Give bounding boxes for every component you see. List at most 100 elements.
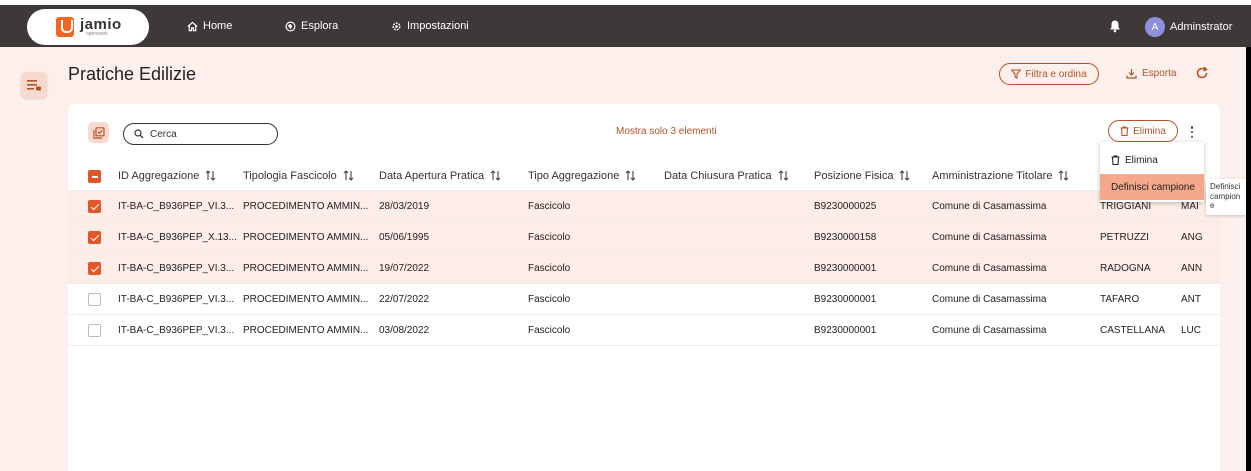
row-checkbox[interactable] — [88, 231, 101, 244]
row-checkbox[interactable] — [88, 262, 101, 275]
cell-col-9: ANN — [1181, 262, 1203, 274]
cell-posizione-fisica: B9230000001 — [814, 293, 877, 305]
actions-dropdown-menu: Elimina Definisci campione — [1100, 142, 1204, 202]
table-row[interactable]: IT-BA-C_B936PEP_VI.3... PROCEDIMENTO AMMI… — [68, 191, 1220, 222]
cell-col-9: ANG — [1181, 231, 1203, 243]
cell-data-apertura-pratica: 05/06/1995 — [379, 231, 430, 243]
filter-sort-button[interactable]: Filtra e ordina — [999, 63, 1099, 85]
column-header-data-apertura-pratica[interactable]: Data Apertura Pratica — [379, 161, 524, 190]
cell-amministrazione-titolare: Comune di Casamassima — [932, 293, 1047, 305]
column-header-posizione-fisica[interactable]: Posizione Fisica — [814, 161, 929, 190]
export-icon — [1126, 69, 1137, 79]
cell-id-aggregazione: IT-BA-C_B936PEP_VI.3... — [118, 262, 235, 274]
nav-item-home[interactable]: Home — [187, 20, 232, 32]
home-icon — [187, 21, 198, 31]
cell-amministrazione-titolare: Comune di Casamassima — [932, 200, 1047, 212]
nav-item-impostazioni[interactable]: Impostazioni — [391, 20, 469, 32]
cell-tipologia-fascicolo: PROCEDIMENTO AMMIN... — [243, 324, 369, 336]
cell-id-aggregazione: IT-BA-C_B936PEP_X.13... — [118, 231, 237, 243]
cell-data-chiusura-pratica — [664, 222, 810, 252]
cell-data-chiusura-pratica — [664, 253, 810, 283]
sidebar-toggle-button[interactable] — [21, 72, 47, 98]
menu-item-elimina[interactable]: Elimina — [1100, 147, 1204, 173]
column-header-tipo-aggregazione[interactable]: Tipo Aggregazione — [528, 161, 660, 190]
cell-tipo-aggregazione: Fascicolo — [528, 324, 571, 336]
column-header-tipologia-fascicolo[interactable]: Tipologia Fascicolo — [243, 161, 375, 190]
table-row[interactable]: IT-BA-C_B936PEP_X.13... PROCEDIMENTO AMMI… — [68, 222, 1220, 253]
cell-data-chiusura-pratica — [664, 284, 810, 314]
refresh-icon[interactable] — [1195, 66, 1209, 80]
table-row[interactable]: IT-BA-C_B936PEP_VI.3... PROCEDIMENTO AMMI… — [68, 315, 1220, 346]
cell-col-8: PETRUZZI — [1100, 231, 1149, 243]
more-options-icon[interactable] — [1187, 125, 1197, 139]
column-header-id-aggregazione[interactable]: ID Aggregazione — [118, 161, 238, 190]
table-row[interactable]: IT-BA-C_B936PEP_VI.3... PROCEDIMENTO AMMI… — [68, 253, 1220, 284]
cell-col-8: CASTELLANA — [1100, 324, 1166, 336]
search-input[interactable] — [150, 128, 260, 140]
delete-button[interactable]: Elimina — [1108, 120, 1178, 142]
avatar[interactable]: A — [1145, 17, 1165, 37]
cell-tipo-aggregazione: Fascicolo — [528, 200, 571, 212]
menu-item-definisci-campione[interactable]: Definisci campione — [1100, 174, 1204, 200]
row-checkbox[interactable] — [88, 200, 101, 213]
bell-icon[interactable] — [1109, 19, 1121, 33]
sort-icon[interactable] — [625, 170, 636, 181]
cell-posizione-fisica: B9230000025 — [814, 200, 877, 212]
trash-icon — [1111, 155, 1120, 165]
user-name[interactable]: Adminstrator — [1170, 21, 1232, 33]
menu-list-icon — [27, 80, 41, 91]
cell-id-aggregazione: IT-BA-C_B936PEP_VI.3... — [118, 293, 235, 305]
cell-data-apertura-pratica: 28/03/2019 — [379, 200, 430, 212]
cell-amministrazione-titolare: Comune di Casamassima — [932, 262, 1047, 274]
gear-icon — [392, 21, 401, 31]
cell-posizione-fisica: B9230000001 — [814, 262, 877, 274]
cell-data-apertura-pratica: 03/08/2022 — [379, 324, 430, 336]
logo-name: jamio — [80, 16, 122, 33]
cell-id-aggregazione: IT-BA-C_B936PEP_VI.3... — [118, 324, 235, 336]
sort-icon[interactable] — [490, 170, 501, 181]
column-header-data-chiusura-pratica[interactable]: Data Chiusura Pratica — [664, 161, 810, 190]
cell-tipologia-fascicolo: PROCEDIMENTO AMMIN... — [243, 231, 369, 243]
column-header-amministrazione-titolare[interactable]: Amministrazione Titolare — [932, 161, 1097, 190]
select-check-icon — [92, 126, 105, 139]
cell-data-chiusura-pratica — [664, 191, 810, 221]
sort-icon[interactable] — [343, 170, 354, 181]
page-title: Pratiche Edilizie — [68, 64, 197, 84]
sort-icon[interactable] — [1058, 170, 1069, 181]
sort-icon[interactable] — [778, 170, 789, 181]
sort-icon[interactable] — [205, 170, 216, 181]
cell-amministrazione-titolare: Comune di Casamassima — [932, 231, 1047, 243]
cell-tipo-aggregazione: Fascicolo — [528, 293, 571, 305]
cell-tipologia-fascicolo: PROCEDIMENTO AMMIN... — [243, 262, 369, 274]
cell-data-chiusura-pratica — [664, 315, 810, 345]
cell-posizione-fisica: B9230000001 — [814, 324, 877, 336]
sort-icon[interactable] — [899, 170, 910, 181]
logo[interactable]: jamio openwork — [27, 9, 149, 45]
search-icon — [134, 129, 144, 139]
top-navbar: jamio openwork Home Esplora Impostazioni… — [0, 0, 1251, 47]
export-button[interactable]: Esporta — [1126, 68, 1176, 79]
filter-icon — [1011, 69, 1022, 79]
cell-tipologia-fascicolo: PROCEDIMENTO AMMIN... — [243, 293, 369, 305]
cell-data-apertura-pratica: 22/07/2022 — [379, 293, 430, 305]
cell-tipo-aggregazione: Fascicolo — [528, 262, 571, 274]
row-checkbox[interactable] — [88, 324, 101, 337]
nav-item-esplora[interactable]: Esplora — [285, 20, 338, 32]
cell-id-aggregazione: IT-BA-C_B936PEP_VI.3... — [118, 200, 235, 212]
cell-tipo-aggregazione: Fascicolo — [528, 231, 571, 243]
cell-col-8: TAFARO — [1100, 293, 1140, 305]
logo-sub: openwork — [86, 31, 108, 37]
trash-icon — [1120, 126, 1129, 136]
cell-posizione-fisica: B9230000158 — [814, 231, 877, 243]
window-edge — [1246, 47, 1251, 471]
table-header-row: ID Aggregazione Tipologia Fascicolo Data A… — [68, 161, 1220, 191]
multi-select-toggle[interactable] — [88, 122, 109, 143]
table-row[interactable]: IT-BA-C_B936PEP_VI.3... PROCEDIMENTO AMMI… — [68, 284, 1220, 315]
tooltip: Definisci campione — [1206, 179, 1246, 215]
select-all-checkbox[interactable] — [88, 170, 101, 183]
show-only-selected-link[interactable]: Mostra solo 3 elementi — [616, 126, 717, 137]
row-checkbox[interactable] — [88, 293, 101, 306]
cell-amministrazione-titolare: Comune di Casamassima — [932, 324, 1047, 336]
search-box[interactable] — [123, 123, 278, 145]
data-table: ID Aggregazione Tipologia Fascicolo Data A… — [68, 161, 1220, 346]
